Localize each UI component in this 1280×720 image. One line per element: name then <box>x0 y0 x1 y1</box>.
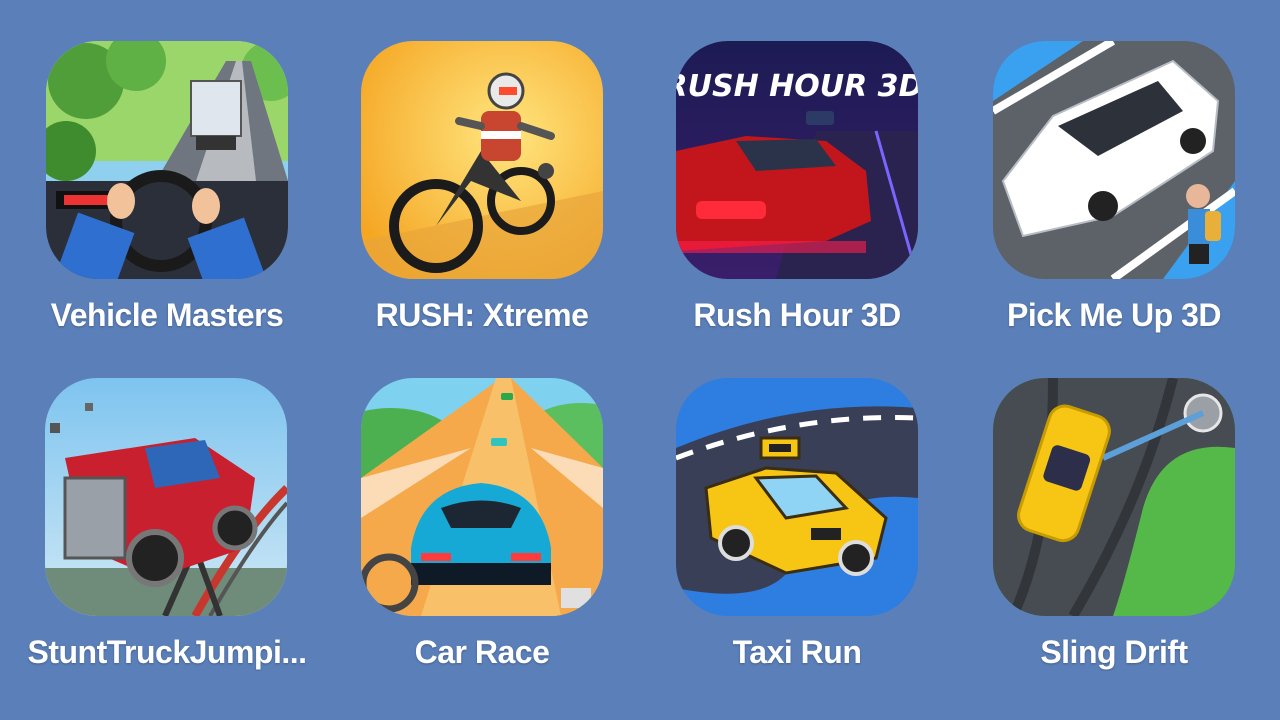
game-title[interactable]: RUSH: Xtreme <box>352 297 612 334</box>
game-title[interactable]: Car Race <box>352 634 612 671</box>
vehicle-masters-icon[interactable] <box>46 41 288 279</box>
rush-xtreme-icon[interactable] <box>361 41 603 279</box>
game-title[interactable]: StuntTruckJumpi... <box>12 634 322 671</box>
pick-me-up-3d-icon[interactable] <box>993 41 1235 279</box>
taxi-run-icon[interactable] <box>676 378 918 616</box>
game-title[interactable]: Rush Hour 3D <box>667 297 927 334</box>
stunt-truck-jumping-icon[interactable] <box>45 378 287 616</box>
game-tile-car-race[interactable]: Car Race <box>352 378 612 671</box>
sling-drift-icon[interactable] <box>993 378 1235 616</box>
rush-hour-logo-text: RUSH HOUR 3D <box>676 69 918 104</box>
rush-hour-3d-icon[interactable]: RUSH HOUR 3D <box>676 41 918 279</box>
game-title[interactable]: Pick Me Up 3D <box>984 297 1244 334</box>
game-tile-pick-me-up-3d[interactable]: Pick Me Up 3D <box>984 41 1244 334</box>
game-title[interactable]: Sling Drift <box>984 634 1244 671</box>
game-tile-stunt-truck-jumping[interactable]: StuntTruckJumpi... <box>12 378 322 671</box>
game-tile-rush-xtreme[interactable]: RUSH: Xtreme <box>352 41 612 334</box>
game-tile-taxi-run[interactable]: Taxi Run <box>667 378 927 671</box>
game-tile-sling-drift[interactable]: Sling Drift <box>984 378 1244 671</box>
game-tile-rush-hour-3d[interactable]: RUSH HOUR 3D Rush Hour 3D <box>667 41 927 334</box>
car-race-icon[interactable] <box>361 378 603 616</box>
game-title[interactable]: Taxi Run <box>667 634 927 671</box>
game-grid: Vehicle Masters RUSH: Xtreme RUSH HOUR 3… <box>0 0 1280 720</box>
game-title[interactable]: Vehicle Masters <box>37 297 297 334</box>
game-tile-vehicle-masters[interactable]: Vehicle Masters <box>37 41 297 334</box>
